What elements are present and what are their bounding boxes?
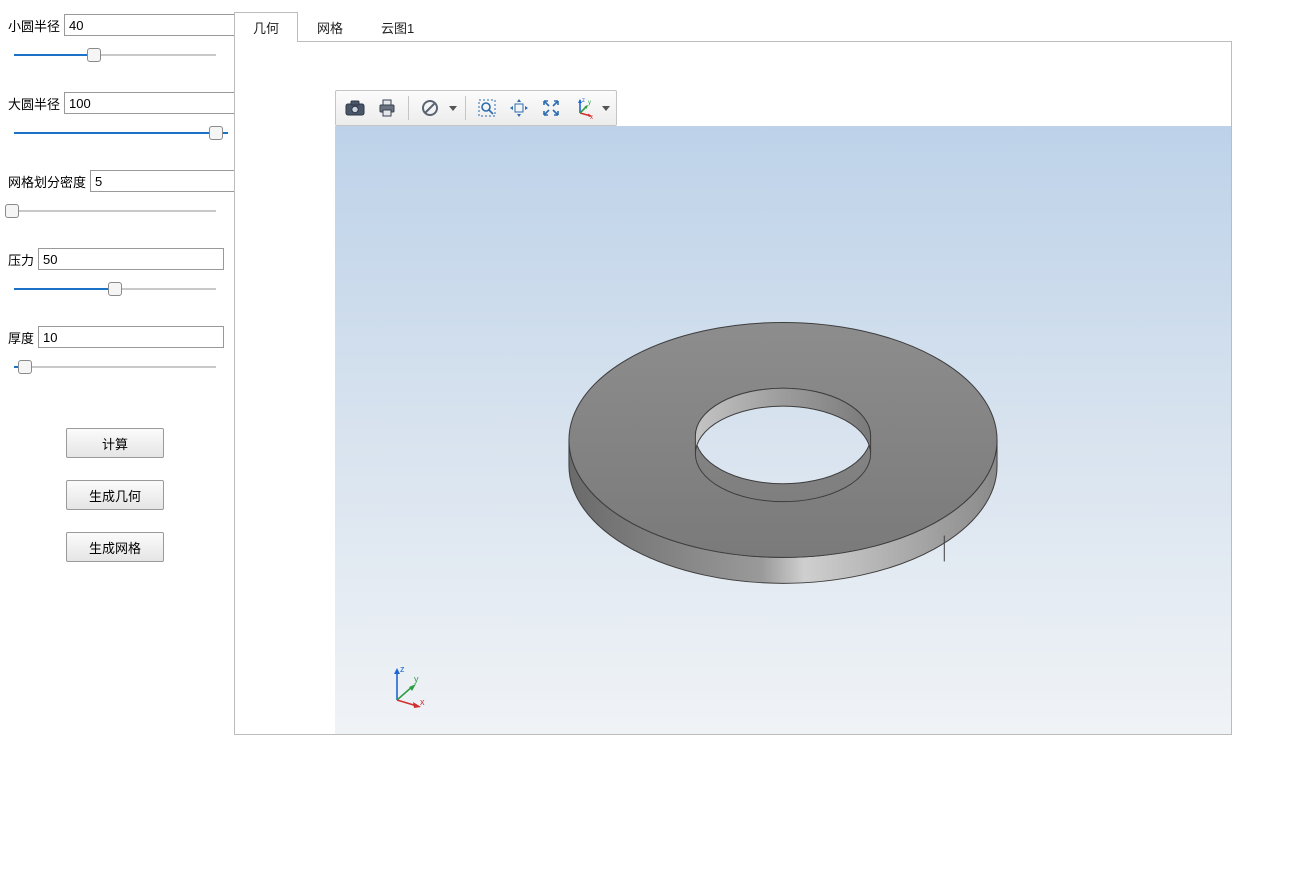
param-row-large-radius: 大圆半径 [8, 92, 222, 114]
pressure-input[interactable] [38, 248, 224, 270]
viewport-region: z y x [335, 90, 1231, 734]
thickness-slider[interactable] [8, 356, 222, 378]
slider-thumb[interactable] [209, 126, 223, 140]
print-icon [377, 99, 397, 117]
mesh-density-slider[interactable] [8, 200, 222, 222]
param-row-mesh-density: 网格划分密度 [8, 170, 222, 192]
fit-extents-icon [541, 98, 561, 118]
generate-geometry-button[interactable]: 生成几何 [66, 480, 164, 510]
slider-fill [14, 132, 228, 134]
param-label: 压力 [8, 250, 38, 269]
main-area: 几何 网格 云图1 [230, 0, 1312, 875]
slider-track [14, 366, 216, 368]
tab-content: z y x [234, 41, 1232, 735]
chevron-down-icon [602, 106, 610, 111]
slider-track [14, 210, 216, 212]
svg-text:z: z [582, 98, 585, 104]
svg-text:y: y [588, 100, 591, 106]
zoom-box-button[interactable] [472, 94, 502, 122]
compute-button[interactable]: 计算 [66, 428, 164, 458]
washer-geometry [335, 126, 1231, 734]
thickness-input[interactable] [38, 326, 224, 348]
camera-snapshot-button[interactable] [340, 94, 370, 122]
param-row-thickness: 厚度 [8, 326, 222, 348]
tab-geometry[interactable]: 几何 [234, 12, 298, 42]
chevron-down-icon [449, 106, 457, 111]
small-radius-input[interactable] [64, 14, 250, 36]
geometry-viewport[interactable]: z y x [335, 126, 1231, 734]
param-label: 小圆半径 [8, 16, 64, 35]
camera-icon [345, 100, 365, 116]
param-row-pressure: 压力 [8, 248, 222, 270]
fit-extents-button[interactable] [536, 94, 566, 122]
parameter-panel: 小圆半径 大圆半径 网格划分密度 压力 [0, 0, 230, 875]
slider-thumb[interactable] [18, 360, 32, 374]
param-label: 网格划分密度 [8, 172, 90, 191]
viewport-toolbar: z y x [335, 90, 617, 126]
action-button-column: 计算 生成几何 生成网格 [8, 428, 222, 562]
param-label: 大圆半径 [8, 94, 64, 113]
param-label: 厚度 [8, 328, 38, 347]
axes-orientation-icon: z y x [572, 97, 594, 119]
tab-mesh[interactable]: 网格 [298, 12, 362, 42]
large-radius-slider[interactable] [8, 122, 222, 144]
slider-fill [14, 288, 121, 290]
tab-contour1[interactable]: 云图1 [362, 12, 433, 42]
print-button[interactable] [372, 94, 402, 122]
slider-thumb[interactable] [5, 204, 19, 218]
view-orientation-dropdown[interactable] [600, 94, 612, 122]
tab-label: 网格 [317, 21, 343, 36]
tab-label: 几何 [253, 21, 279, 36]
large-radius-input[interactable] [64, 92, 250, 114]
param-row-small-radius: 小圆半径 [8, 14, 222, 36]
toolbar-separator [408, 96, 409, 120]
pressure-slider[interactable] [8, 278, 222, 300]
selection-mode-button[interactable] [415, 94, 445, 122]
pan-button[interactable] [504, 94, 534, 122]
zoom-box-icon [477, 98, 497, 118]
app-root: 小圆半径 大圆半径 网格划分密度 压力 [0, 0, 1312, 875]
view-orientation-button[interactable]: z y x [568, 94, 598, 122]
tab-bar: 几何 网格 云图1 [230, 14, 1312, 42]
small-radius-slider[interactable] [8, 44, 222, 66]
generate-mesh-button[interactable]: 生成网格 [66, 532, 164, 562]
slider-thumb[interactable] [108, 282, 122, 296]
toolbar-separator [465, 96, 466, 120]
pan-arrows-icon [509, 98, 529, 118]
svg-text:x: x [590, 115, 593, 119]
no-entry-icon [420, 98, 440, 118]
slider-thumb[interactable] [87, 48, 101, 62]
selection-mode-dropdown[interactable] [447, 94, 459, 122]
tab-label: 云图1 [381, 21, 414, 36]
